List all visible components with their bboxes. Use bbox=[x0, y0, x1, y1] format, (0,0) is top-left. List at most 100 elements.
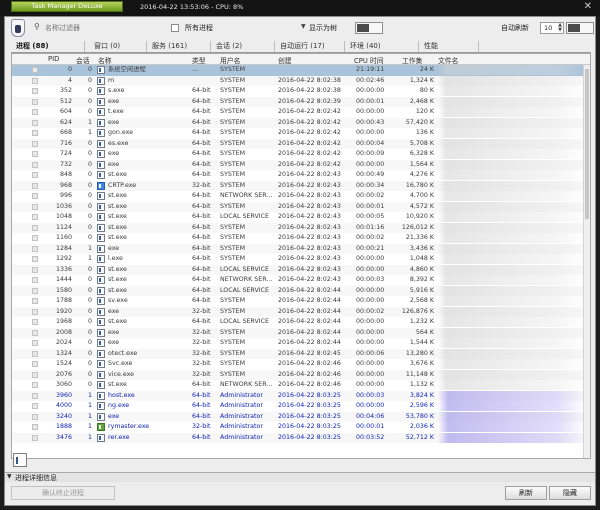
table-row[interactable]: 3060 0 st.exe 64-bit NETWORK SER... 2016-04-2… bbox=[12, 380, 586, 391]
row-checkbox[interactable] bbox=[32, 413, 38, 420]
table-row[interactable]: 732 0 exe 64-bit SYSTEM 2016-04-22 8:02:42 00:… bbox=[12, 159, 586, 170]
row-checkbox[interactable] bbox=[32, 203, 38, 210]
process-detail-icon[interactable] bbox=[13, 453, 27, 467]
table-row[interactable]: 2076 0 vice.exe 32-bit SYSTEM 2016-04-22 8:02… bbox=[12, 369, 586, 380]
row-checkbox[interactable] bbox=[32, 151, 38, 157]
row-checkbox[interactable] bbox=[32, 98, 38, 105]
row-checkbox[interactable] bbox=[32, 77, 38, 84]
auto-refresh-toggle[interactable] bbox=[566, 22, 594, 34]
table-row[interactable]: 1036 0 st.exe 64-bit SYSTEM 2016-04-22 8:02:4… bbox=[12, 201, 586, 212]
row-checkbox[interactable] bbox=[32, 340, 38, 346]
table-row[interactable]: 3960 1 host.exe 64-bit Administrator 2016-04-… bbox=[12, 390, 586, 401]
table-row[interactable]: 624 1 exe 64-bit SYSTEM 2016-04-22 8:02:42 00:… bbox=[12, 117, 586, 128]
col-user[interactable]: 用户名 bbox=[220, 55, 240, 65]
close-icon[interactable]: ✕ bbox=[584, 1, 592, 13]
table-row[interactable]: 4 0 m SYSTEM 2016-04-22 8:02:38 00:02:46 1,324… bbox=[12, 75, 586, 86]
row-checkbox[interactable] bbox=[32, 266, 38, 273]
row-checkbox[interactable] bbox=[32, 350, 38, 357]
table-row[interactable]: 352 0 s.exe 64-bit SYSTEM 2016-04-22 8:02:38 0… bbox=[12, 86, 586, 97]
table-row[interactable]: 2024 0 exe 32-bit SYSTEM 2016-04-22 8:02:44 00… bbox=[12, 338, 586, 349]
all-processes-checkbox[interactable] bbox=[171, 24, 179, 32]
table-row[interactable]: 724 0 exe 64-bit SYSTEM 2016-04-22 8:02:42 00:… bbox=[12, 149, 586, 160]
col-created[interactable]: 创建 bbox=[278, 55, 292, 65]
vertical-scrollbar[interactable] bbox=[583, 65, 590, 458]
col-type[interactable]: 类型 bbox=[192, 55, 206, 65]
col-file-name[interactable]: 文件名 bbox=[438, 55, 458, 65]
row-checkbox[interactable] bbox=[32, 235, 38, 241]
row-checkbox[interactable] bbox=[32, 371, 38, 378]
table-row[interactable]: 1284 1 exe 64-bit SYSTEM 2016-04-22 8:02:43 00… bbox=[12, 243, 586, 254]
expand-icon[interactable]: ▼ bbox=[7, 473, 12, 480]
row-checkbox[interactable] bbox=[32, 88, 38, 94]
tab-processes[interactable]: 进程 (88) bbox=[11, 41, 85, 52]
row-checkbox[interactable] bbox=[32, 392, 38, 399]
row-checkbox[interactable] bbox=[32, 214, 38, 220]
row-checkbox[interactable] bbox=[32, 224, 38, 231]
row-checkbox[interactable] bbox=[32, 67, 38, 73]
table-row[interactable]: 1920 0 exe 32-bit SYSTEM 2016-04-22 8:02:44 00… bbox=[12, 306, 586, 317]
table-row[interactable]: 1968 0 st.exe 64-bit LOCAL SERVICE 2016-04-22… bbox=[12, 317, 586, 328]
table-row[interactable]: 2008 0 exe 32-bit SYSTEM 2016-04-22 8:02:44 00… bbox=[12, 327, 586, 338]
row-checkbox[interactable] bbox=[32, 140, 38, 147]
row-checkbox[interactable] bbox=[32, 424, 38, 430]
row-checkbox[interactable] bbox=[32, 308, 38, 315]
tab-sessions[interactable]: 会话 (2) bbox=[211, 41, 275, 52]
row-checkbox[interactable] bbox=[32, 172, 38, 178]
table-row[interactable]: 1524 0 Svc.exe 32-bit SYSTEM 2016-04-22 8:02:… bbox=[12, 359, 586, 370]
col-cpu-time[interactable]: CPU 时间 bbox=[354, 55, 384, 65]
show-as-tree-toggle[interactable] bbox=[355, 22, 383, 34]
table-row[interactable]: 1048 0 st.exe 64-bit LOCAL SERVICE 2016-04-22… bbox=[12, 212, 586, 223]
row-checkbox[interactable] bbox=[32, 298, 38, 304]
table-row[interactable]: 4000 1 ng.exe 64-bit Administrator 2016-04-22… bbox=[12, 401, 586, 412]
row-checkbox[interactable] bbox=[32, 319, 38, 325]
hide-button[interactable]: 隐藏 bbox=[549, 486, 591, 500]
table-row[interactable]: 604 0 t.exe 64-bit SYSTEM 2016-04-22 8:02:42 0… bbox=[12, 107, 586, 118]
table-row[interactable]: 996 0 st.exe 64-bit NETWORK SER... 2016-04-22… bbox=[12, 191, 586, 202]
name-filter-input[interactable] bbox=[31, 21, 163, 35]
row-checkbox[interactable] bbox=[32, 245, 38, 252]
table-row[interactable]: 1788 0 sv.exe 64-bit SYSTEM 2016-04-22 8:02:4… bbox=[12, 296, 586, 307]
row-checkbox[interactable] bbox=[32, 130, 38, 136]
table-row[interactable]: 1336 0 st.exe 64-bit LOCAL SERVICE 2016-04-22… bbox=[12, 264, 586, 275]
table-row[interactable]: 1444 0 st.exe 64-bit NETWORK SER... 2016-04-2… bbox=[12, 275, 586, 286]
table-row[interactable]: 3476 1 rer.exe 64-bit Administrator 2016-04-2… bbox=[12, 432, 586, 443]
app-title[interactable]: Task Manager DeLuxe bbox=[11, 1, 123, 12]
row-checkbox[interactable] bbox=[32, 161, 38, 168]
row-checkbox[interactable] bbox=[32, 382, 38, 388]
stepper-arrows-icon[interactable]: ▲ ▼ bbox=[558, 23, 562, 33]
row-checkbox[interactable] bbox=[32, 119, 38, 126]
row-checkbox[interactable] bbox=[32, 109, 38, 115]
col-session[interactable]: 会话 bbox=[76, 55, 90, 65]
row-checkbox[interactable] bbox=[32, 434, 38, 441]
table-row[interactable]: 1160 0 st.exe 64-bit SYSTEM 2016-04-22 8:02:4… bbox=[12, 233, 586, 244]
table-row[interactable]: 968 0 CRTP.exe 32-bit SYSTEM 2016-04-22 8:02:… bbox=[12, 180, 586, 191]
row-checkbox[interactable] bbox=[32, 256, 38, 262]
refresh-interval-stepper[interactable]: 10 ▲ ▼ bbox=[540, 22, 564, 34]
row-checkbox[interactable] bbox=[32, 361, 38, 367]
table-row[interactable]: 1124 0 st.exe 64-bit SYSTEM 2016-04-22 8:02:4… bbox=[12, 222, 586, 233]
scrollbar-thumb[interactable] bbox=[585, 69, 589, 219]
table-row[interactable]: 668 1 gon.exe 64-bit SYSTEM 2016-04-22 8:02:4… bbox=[12, 128, 586, 139]
table-row[interactable]: 848 0 st.exe 64-bit SYSTEM 2016-04-22 8:02:43… bbox=[12, 170, 586, 181]
table-row[interactable]: 716 0 es.exe 64-bit SYSTEM 2016-04-22 8:02:42… bbox=[12, 138, 586, 149]
col-pid[interactable]: PID bbox=[48, 55, 59, 63]
row-checkbox[interactable] bbox=[32, 403, 38, 409]
tab-windows[interactable]: 窗口 (0) bbox=[89, 41, 147, 52]
end-process-button[interactable]: 确认终止进程 bbox=[11, 486, 115, 500]
table-row[interactable]: 0 0 系统空闲进程... SYSTEM 21:19:11 24 K bbox=[12, 65, 586, 76]
process-detail-bar[interactable]: ▼ 进程详细信息 bbox=[5, 472, 595, 482]
row-checkbox[interactable] bbox=[32, 287, 38, 294]
table-row[interactable]: 1888 1 rymaster.exe 32-bit Administrator 2016… bbox=[12, 422, 586, 433]
tab-services[interactable]: 服务 (161) bbox=[147, 41, 211, 52]
table-row[interactable]: 1580 0 st.exe 64-bit LOCAL SERVICE 2016-04-22… bbox=[12, 285, 586, 296]
table-row[interactable]: 512 0 exe 64-bit SYSTEM 2016-04-22 8:02:39 00:… bbox=[12, 96, 586, 107]
chevron-down-icon[interactable]: ▼ bbox=[301, 23, 306, 30]
tab-performance[interactable]: 性能 bbox=[419, 41, 479, 52]
row-checkbox[interactable] bbox=[32, 277, 38, 283]
row-checkbox[interactable] bbox=[32, 182, 38, 189]
table-row[interactable]: 3240 1 exe 64-bit Administrator 2016-04-22 8:… bbox=[12, 411, 586, 422]
col-working-set[interactable]: 工作集 bbox=[402, 55, 422, 65]
tab-autorun[interactable]: 自动运行 (17) bbox=[275, 41, 345, 52]
tab-environment[interactable]: 环境 (40) bbox=[345, 41, 419, 52]
refresh-button[interactable]: 刷新 bbox=[505, 486, 547, 500]
